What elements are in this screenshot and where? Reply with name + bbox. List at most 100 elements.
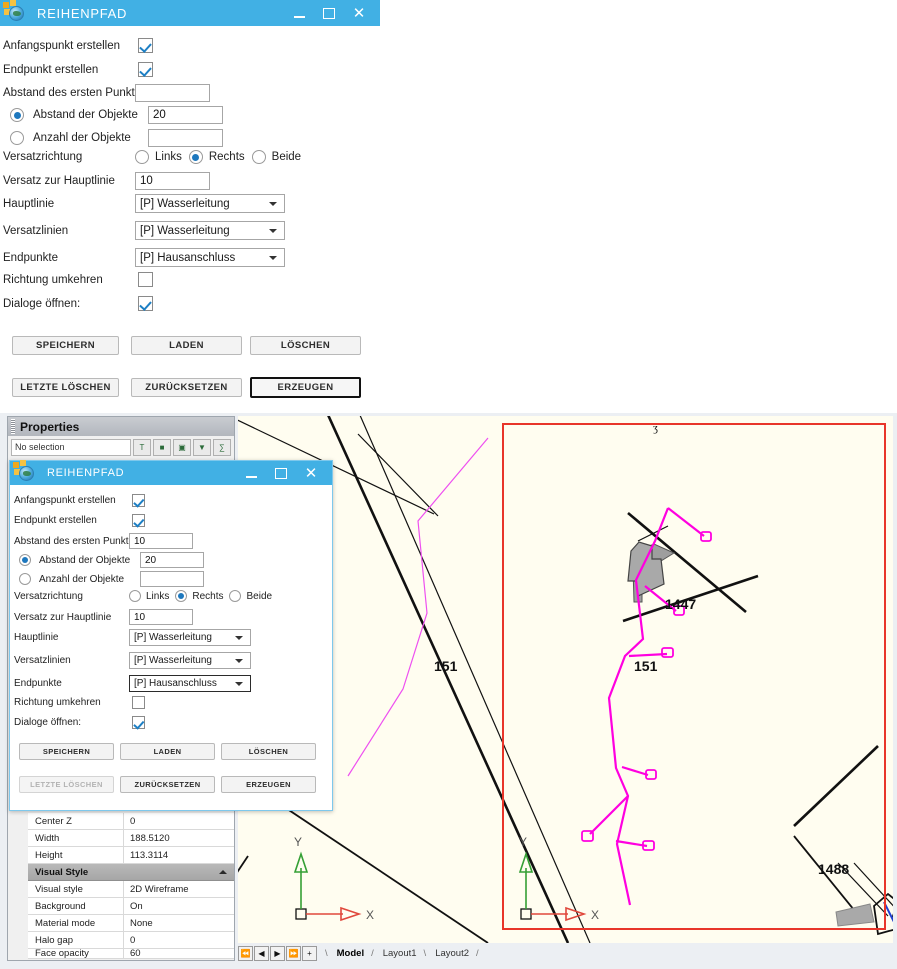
loeschen-button[interactable]: LÖSCHEN — [221, 743, 316, 760]
dialoge-oeffnen-checkbox[interactable] — [138, 296, 153, 311]
new-tab-icon[interactable]: + — [302, 945, 317, 961]
anzahl-objekte-radio[interactable] — [19, 573, 31, 585]
versatzlinien-select[interactable]: [P] Wasserleitung — [129, 652, 251, 669]
anzahl-objekte-input[interactable] — [148, 129, 223, 147]
versatz-links-radio[interactable] — [135, 150, 149, 164]
reihenpfad-dialog-secondary[interactable]: REIHENPFAD ✕ Anfangspunkt erstellen Endp… — [9, 460, 333, 811]
versatz-links-radio[interactable] — [129, 590, 141, 602]
prop-value[interactable]: On — [124, 898, 234, 914]
table-row[interactable]: Center Z 0 — [28, 813, 234, 830]
table-row[interactable]: Face opacity 60 — [28, 949, 234, 959]
versatz-beide-radio[interactable] — [251, 150, 266, 164]
properties-category-visual-style[interactable]: Visual Style — [28, 864, 234, 881]
prop-value[interactable]: 60 — [124, 949, 234, 958]
erzeugen-button[interactable]: ERZEUGEN — [221, 776, 316, 793]
next-tab-icon[interactable]: ▶ — [270, 945, 285, 961]
table-row[interactable]: Material mode None — [28, 915, 234, 932]
letzte-loeschen-button: LETZTE LÖSCHEN — [19, 776, 114, 793]
table-row[interactable]: Width 188.5120 — [28, 830, 234, 847]
close-icon[interactable]: ✕ — [296, 460, 326, 486]
versatzlinien-select[interactable]: [P] Wasserleitung — [135, 221, 285, 240]
maximize-icon[interactable] — [314, 0, 344, 26]
anfangspunkt-checkbox[interactable] — [138, 38, 153, 53]
speichern-button[interactable]: SPEICHERN — [19, 743, 114, 760]
palette-grip[interactable] — [11, 419, 15, 434]
zuruecksetzen-button[interactable]: ZURÜCKSETZEN — [131, 378, 242, 397]
prev-tab-icon[interactable]: ◀ — [254, 945, 269, 961]
hauptlinie-select[interactable]: [P] Wasserleitung — [129, 629, 251, 646]
table-row[interactable]: Background On — [28, 898, 234, 915]
prop-value[interactable]: 2D Wireframe — [124, 881, 234, 897]
selection-dropdown[interactable]: No selection — [11, 438, 131, 456]
endpunkte-select[interactable]: [P] Hausanschluss — [129, 675, 251, 692]
anzahl-objekte-label: Anzahl der Objekte — [39, 573, 125, 585]
versatz-rechts-radio[interactable] — [175, 590, 188, 602]
versatz-beide-radio[interactable] — [229, 590, 242, 602]
richtung-umkehren-label: Richtung umkehren — [3, 273, 103, 286]
endpunkt-checkbox[interactable] — [138, 62, 153, 77]
select-objects-icon[interactable]: ▣ — [173, 438, 191, 456]
drawing-canvas[interactable]: 151 151 1447 1488 ʒ Y X Y X — [238, 416, 893, 943]
dialog-titlebar[interactable]: REIHENPFAD ✕ — [10, 460, 332, 486]
laden-button[interactable]: LADEN — [120, 743, 215, 760]
erzeugen-button[interactable]: ERZEUGEN — [250, 377, 361, 398]
parcel-label: 1447 — [665, 596, 696, 612]
loeschen-button[interactable]: LÖSCHEN — [250, 336, 361, 355]
dialog-titlebar[interactable]: REIHENPFAD ✕ — [0, 0, 380, 26]
richtung-umkehren-checkbox[interactable] — [132, 696, 145, 709]
properties-toolbar[interactable]: No selection T ■ ▣ ▼ ∑ — [8, 436, 234, 458]
speichern-button[interactable]: SPEICHERN — [12, 336, 119, 355]
abstand-objekte-radio[interactable] — [10, 108, 24, 122]
table-row[interactable]: Halo gap 0 — [28, 932, 234, 949]
prop-value[interactable]: 0 — [124, 813, 234, 829]
table-row[interactable]: Height 113.3114 — [28, 847, 234, 864]
prop-value[interactable]: 113.3114 — [124, 847, 234, 863]
abstand-objekte-input[interactable]: 20 — [148, 106, 223, 124]
maximize-icon[interactable] — [266, 460, 296, 486]
filter-icon[interactable]: ▼ — [193, 438, 211, 456]
endpunkte-select[interactable]: [P] Hausanschluss — [135, 248, 285, 267]
prop-key: Height — [28, 847, 124, 863]
anfangspunkt-checkbox[interactable] — [132, 494, 145, 507]
text-style-icon[interactable]: T — [133, 438, 151, 456]
tab-layout1[interactable]: Layout1 — [383, 948, 417, 959]
endpunkte-value: [P] Hausanschluss — [134, 678, 217, 689]
abstand-objekte-radio[interactable] — [19, 554, 31, 566]
abstand-objekte-input[interactable]: 20 — [140, 552, 204, 568]
zuruecksetzen-button[interactable]: ZURÜCKSETZEN — [120, 776, 215, 793]
endpunkt-checkbox[interactable] — [132, 514, 145, 527]
hauptlinie-label: Hauptlinie — [3, 197, 55, 210]
prop-key: Visual style — [28, 881, 124, 897]
laden-button[interactable]: LADEN — [131, 336, 242, 355]
richtung-umkehren-checkbox[interactable] — [138, 272, 153, 287]
anzahl-objekte-input[interactable] — [140, 571, 204, 587]
abstand-erster-punkt-input[interactable]: 10 — [129, 533, 193, 549]
prop-value[interactable]: 188.5120 — [124, 830, 234, 846]
dialoge-oeffnen-checkbox[interactable] — [132, 716, 145, 729]
close-icon[interactable]: ✕ — [344, 0, 374, 26]
anzahl-objekte-radio[interactable] — [10, 131, 24, 145]
table-row[interactable]: Visual style 2D Wireframe — [28, 881, 234, 898]
reihenpfad-dialog-primary[interactable]: REIHENPFAD ✕ Anfangspunkt erstellen Endp… — [0, 0, 380, 408]
quick-calc-icon[interactable]: ∑ — [213, 438, 231, 456]
letzte-loeschen-button[interactable]: LETZTE LÖSCHEN — [12, 378, 119, 397]
tab-model[interactable]: Model — [337, 948, 364, 959]
prop-key: Center Z — [28, 813, 124, 829]
prop-value[interactable]: None — [124, 915, 234, 931]
tab-layout2[interactable]: Layout2 — [435, 948, 469, 959]
hauptlinie-select[interactable]: [P] Wasserleitung — [135, 194, 285, 213]
prop-key: Face opacity — [28, 949, 124, 958]
abstand-erster-punkt-input[interactable] — [135, 84, 210, 102]
first-tab-icon[interactable]: ⏪ — [238, 945, 253, 961]
layout-tab-bar[interactable]: ⏪ ◀ ▶ ⏩ + \ Model / Layout1 \ Layout2 / — [238, 943, 893, 963]
anfangspunkt-label: Anfangspunkt erstellen — [3, 39, 120, 52]
versatz-hauptlinie-input[interactable]: 10 — [129, 609, 193, 625]
endpunkte-label: Endpunkte — [14, 678, 62, 689]
last-tab-icon[interactable]: ⏩ — [286, 945, 301, 961]
prop-value[interactable]: 0 — [124, 932, 234, 948]
minimize-icon[interactable] — [284, 0, 314, 26]
quick-select-icon[interactable]: ■ — [153, 438, 171, 456]
minimize-icon[interactable] — [236, 460, 266, 486]
versatz-rechts-radio[interactable] — [188, 150, 203, 164]
versatz-hauptlinie-input[interactable]: 10 — [135, 172, 210, 190]
